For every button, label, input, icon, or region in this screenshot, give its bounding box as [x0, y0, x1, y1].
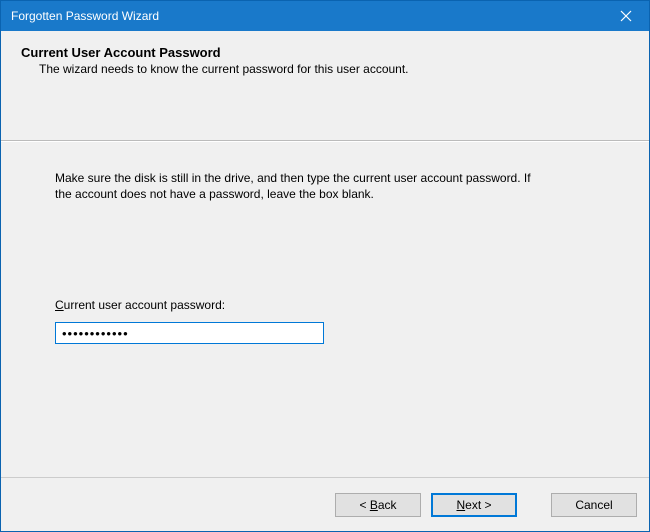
next-button-post: ext >	[465, 498, 491, 512]
footer-buttons: < Back Next > Cancel	[1, 477, 649, 531]
password-label: Current user account password:	[55, 298, 595, 312]
window-title: Forgotten Password Wizard	[11, 9, 603, 23]
instruction-text: Make sure the disk is still in the drive…	[55, 170, 535, 202]
back-button-mnemonic: B	[370, 498, 378, 512]
page-description: The wizard needs to know the current pas…	[39, 62, 629, 76]
password-input[interactable]	[55, 322, 324, 344]
next-button[interactable]: Next >	[431, 493, 517, 517]
close-icon	[620, 10, 632, 22]
content-panel: Make sure the disk is still in the drive…	[1, 141, 649, 477]
header-panel: Current User Account Password The wizard…	[1, 31, 649, 141]
password-label-post: urrent user account password:	[64, 298, 225, 312]
back-button-post: ack	[378, 498, 397, 512]
cancel-button-label: Cancel	[575, 498, 612, 512]
titlebar: Forgotten Password Wizard	[1, 1, 649, 31]
wizard-window: Forgotten Password Wizard Current User A…	[0, 0, 650, 532]
close-button[interactable]	[603, 1, 649, 31]
page-title: Current User Account Password	[21, 45, 629, 60]
password-label-mnemonic: C	[55, 298, 64, 312]
password-field-block: Current user account password:	[55, 298, 595, 344]
back-button-pre: <	[359, 498, 369, 512]
cancel-button[interactable]: Cancel	[551, 493, 637, 517]
back-button[interactable]: < Back	[335, 493, 421, 517]
next-button-mnemonic: N	[456, 498, 465, 512]
